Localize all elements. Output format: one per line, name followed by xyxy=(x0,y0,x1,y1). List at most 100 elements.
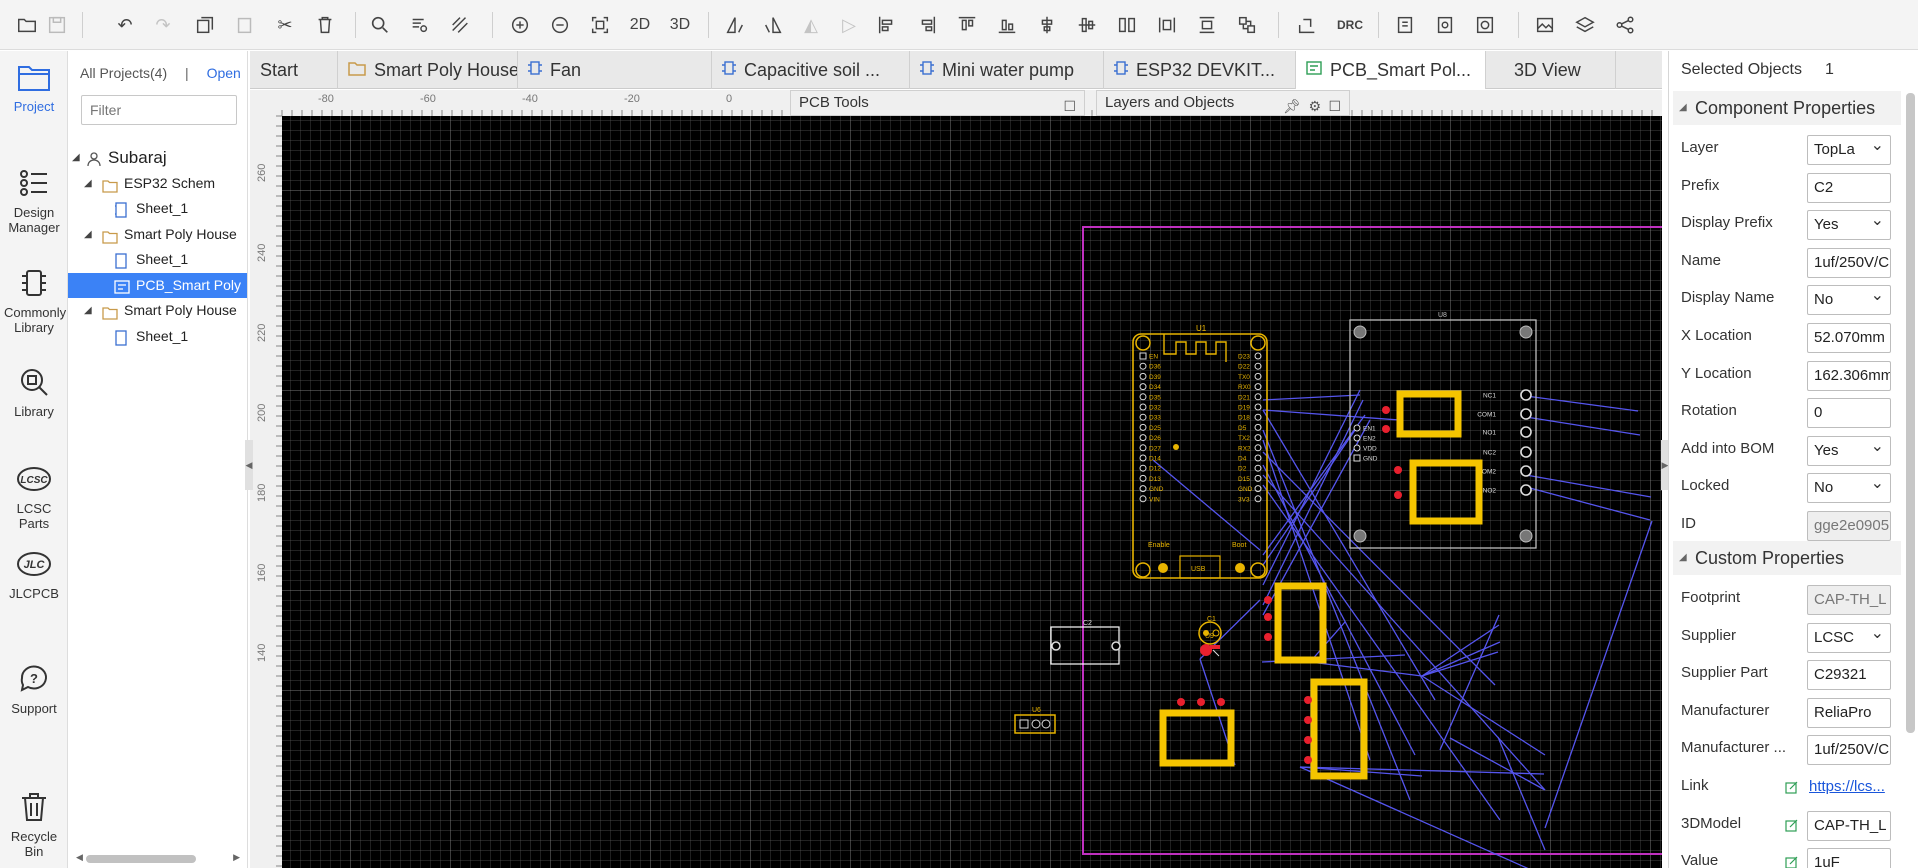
prop-input[interactable]: 162.306mm xyxy=(1807,360,1891,391)
u8-pin-pad[interactable] xyxy=(1353,444,1361,452)
prop-select[interactable]: LCSC xyxy=(1807,622,1891,653)
distribute-h-icon[interactable] xyxy=(1152,10,1182,40)
u8-pin-pad[interactable] xyxy=(1520,465,1532,477)
share-icon[interactable] xyxy=(1610,10,1640,40)
layers-objects-panel[interactable]: Layers and Objects 📌︎ ⚙ ☐ xyxy=(1096,90,1350,116)
prop-select[interactable]: No xyxy=(1807,285,1891,316)
cross-probe-icon[interactable] xyxy=(445,10,475,40)
pick-place-icon[interactable] xyxy=(1470,10,1500,40)
prop-select[interactable]: Yes xyxy=(1807,210,1891,241)
maximize-icon[interactable]: ☐ xyxy=(1063,94,1076,118)
caret-down-icon[interactable]: ◢ xyxy=(72,145,80,170)
u8-pin-pad[interactable] xyxy=(1520,389,1532,401)
prop-select[interactable]: No xyxy=(1807,473,1891,504)
tree-item-sheet[interactable]: Sheet_1 xyxy=(68,247,247,272)
zoom-out-icon[interactable] xyxy=(545,10,575,40)
view-2d-button[interactable]: 2D xyxy=(622,10,658,40)
tab-start[interactable]: Start xyxy=(250,51,338,89)
maximize-icon[interactable]: ☐ xyxy=(1328,94,1341,118)
prop-link[interactable]: https://lcs... xyxy=(1807,773,1891,803)
caret-down-icon[interactable]: ◢ xyxy=(84,171,92,196)
tab-esp32-devkit[interactable]: ESP32 DEVKIT... xyxy=(1104,51,1296,89)
search-icon[interactable] xyxy=(365,10,395,40)
layers-icon[interactable] xyxy=(1570,10,1600,40)
paste-icon[interactable] xyxy=(230,10,260,40)
edit-icon[interactable] xyxy=(1785,780,1799,794)
image-icon[interactable] xyxy=(1530,10,1560,40)
pcb-canvas[interactable]: -80-60-40-20020260240220200180160140 xyxy=(250,90,1662,868)
pcb-tools-panel[interactable]: PCB Tools ☐ xyxy=(790,90,1085,116)
align-bottom-icon[interactable] xyxy=(992,10,1022,40)
prop-input[interactable]: ReliaPro xyxy=(1807,697,1891,728)
u8-pin-pad[interactable] xyxy=(1353,434,1361,442)
tree-item-user[interactable]: ◢ Subaraj xyxy=(68,145,247,170)
rail-recycle-bin[interactable]: Recycle Bin xyxy=(0,789,68,859)
prop-input[interactable]: 1uF xyxy=(1807,848,1891,868)
rail-project[interactable]: Project xyxy=(0,59,68,114)
u8-pin-pad[interactable] xyxy=(1353,454,1361,462)
align-left-icon[interactable] xyxy=(872,10,902,40)
gerber-icon[interactable] xyxy=(1430,10,1460,40)
mirror-h-icon[interactable]: ◭ xyxy=(796,10,826,40)
pin-icon[interactable]: 📌︎ xyxy=(1283,94,1301,118)
flip-right-icon[interactable] xyxy=(758,10,788,40)
u8-pin-pad[interactable] xyxy=(1520,408,1532,420)
filter-input[interactable] xyxy=(81,95,237,125)
u8-pin-pad[interactable] xyxy=(1520,446,1532,458)
tree-item-sheet[interactable]: Sheet_1 xyxy=(68,196,247,221)
horizontal-scrollbar[interactable]: ◀ ▶ xyxy=(76,852,240,866)
tab-capacitive-soil[interactable]: Capacitive soil ... xyxy=(712,51,910,89)
mirror-v-icon[interactable]: ▷ xyxy=(834,10,864,40)
tree-item-pcb[interactable]: PCB_Smart Poly xyxy=(68,272,247,298)
rail-commonly-library[interactable]: Commonly Library xyxy=(0,265,68,335)
rail-jlcpcb[interactable]: JLC JLCPCB xyxy=(0,546,68,601)
fit-view-icon[interactable] xyxy=(585,10,615,40)
align-vcenter-icon[interactable] xyxy=(1032,10,1062,40)
tree-item-folder[interactable]: ◢ Smart Poly House xyxy=(68,222,247,247)
tree-item-folder[interactable]: ◢ Smart Poly House xyxy=(68,298,247,323)
vertical-scrollbar[interactable] xyxy=(1904,51,1916,868)
prop-input[interactable]: 0 xyxy=(1807,398,1891,429)
tab-fan[interactable]: Fan xyxy=(518,51,712,89)
tab-mini-water-pump[interactable]: Mini water pump xyxy=(910,51,1104,89)
prop-select[interactable]: TopLa xyxy=(1807,135,1891,165)
open-link[interactable]: Open xyxy=(207,65,241,81)
tree-item-sheet[interactable]: Sheet_1 xyxy=(68,324,247,349)
caret-down-icon[interactable]: ◢ xyxy=(84,222,92,247)
rail-library[interactable]: Library xyxy=(0,364,68,419)
view-3d-button[interactable]: 3D xyxy=(662,10,698,40)
distribute-icon[interactable] xyxy=(1112,10,1142,40)
u8-pin-pad[interactable] xyxy=(1520,484,1532,496)
prop-input[interactable]: CAP-TH_L xyxy=(1807,810,1891,841)
tab-smart-poly-house[interactable]: Smart Poly House xyxy=(338,51,518,89)
prop-input[interactable]: 1uf/250V/C xyxy=(1807,735,1891,766)
prop-input[interactable]: C2 xyxy=(1807,172,1891,203)
align-right-icon[interactable] xyxy=(912,10,942,40)
find-replace-icon[interactable] xyxy=(405,10,435,40)
align-hcenter-icon[interactable] xyxy=(1072,10,1102,40)
tree-item-folder[interactable]: ◢ ESP32 Schem xyxy=(68,171,247,196)
zoom-in-icon[interactable] xyxy=(505,10,535,40)
prop-select[interactable]: Yes xyxy=(1807,435,1891,466)
rail-lcsc-parts[interactable]: LCSC LCSC Parts xyxy=(0,461,68,531)
delete-icon[interactable] xyxy=(310,10,340,40)
copy-icon[interactable] xyxy=(190,10,220,40)
prop-input[interactable]: 1uf/250V/C xyxy=(1807,247,1891,278)
rail-support[interactable]: ? Support xyxy=(0,661,68,716)
custom-properties-header[interactable]: Custom Properties xyxy=(1673,541,1901,575)
collapse-left-handle[interactable]: ◀ xyxy=(245,440,253,490)
prop-input[interactable]: 52.070mm xyxy=(1807,323,1891,353)
bom-icon[interactable] xyxy=(1390,10,1420,40)
drc-button[interactable]: DRC xyxy=(1330,10,1370,40)
edit-icon[interactable] xyxy=(1785,818,1799,832)
save-icon[interactable] xyxy=(42,10,72,40)
align-top-icon[interactable] xyxy=(952,10,982,40)
rail-design-manager[interactable]: Design Manager xyxy=(0,165,68,235)
redo-icon[interactable]: ↷ xyxy=(148,10,178,40)
u8-pin-pad[interactable] xyxy=(1353,424,1361,432)
caret-down-icon[interactable]: ◢ xyxy=(84,298,92,323)
open-folder-icon[interactable] xyxy=(12,10,42,40)
u8-pin-pad[interactable] xyxy=(1520,426,1532,438)
edit-icon[interactable] xyxy=(1785,855,1799,868)
component-properties-header[interactable]: Component Properties xyxy=(1673,91,1901,125)
